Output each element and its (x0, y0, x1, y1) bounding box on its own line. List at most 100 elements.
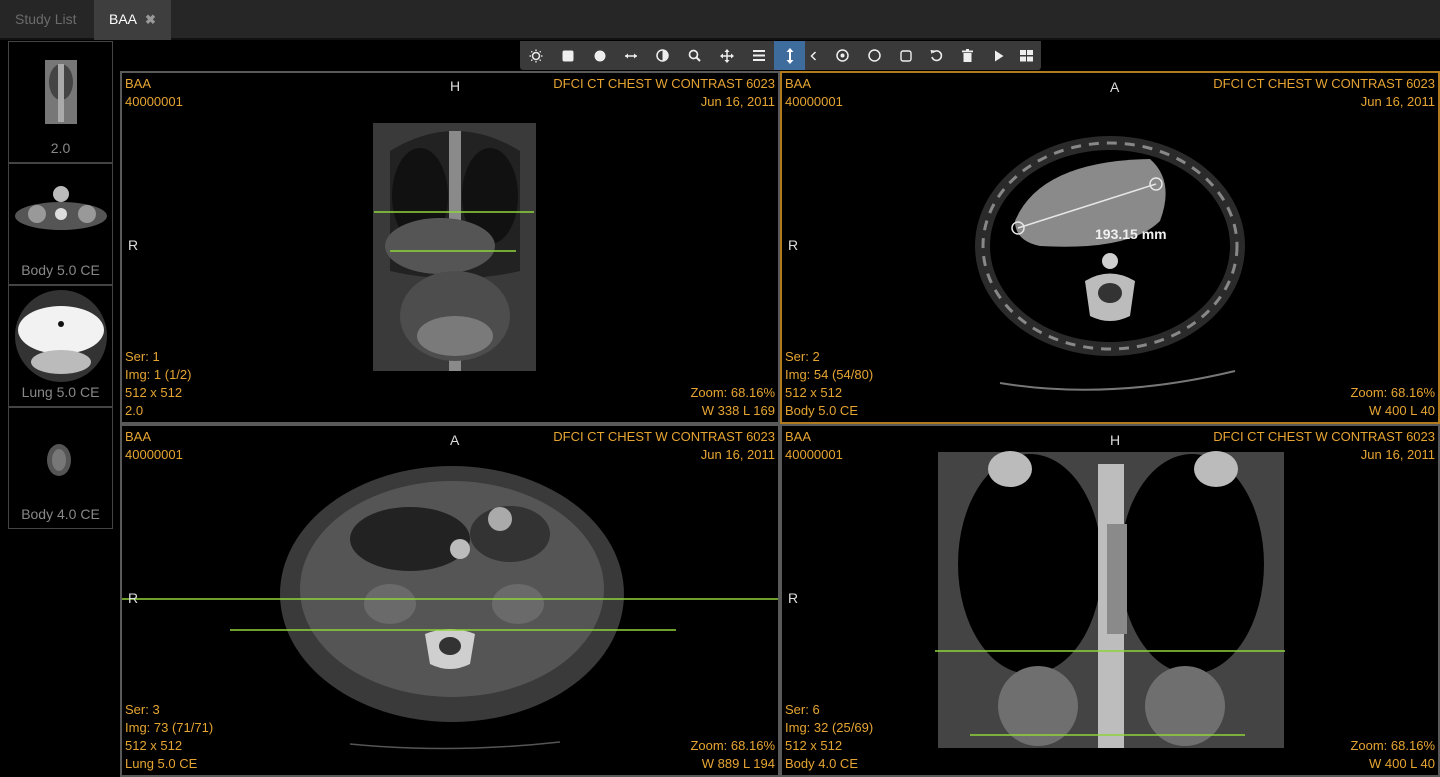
ct-image-axial-chest (975, 136, 1245, 391)
window-level: W 889 L 194 (701, 756, 775, 771)
thumbnail-label: Body 5.0 CE (21, 262, 100, 278)
series-description: 2.0 (125, 403, 144, 418)
patient-info: BAA 40000001 (785, 428, 843, 464)
display-info: Zoom: 68.16% W 338 L 169 (690, 384, 775, 420)
patient-name: BAA (125, 429, 152, 444)
study-date: Jun 16, 2011 (1360, 94, 1435, 109)
series-number: Ser: 3 (125, 702, 160, 717)
patient-name: BAA (125, 76, 152, 91)
tab-study-list[interactable]: Study List (0, 0, 94, 40)
series-description: Body 5.0 CE (785, 403, 858, 418)
series-thumbnail-2[interactable]: Body 5.0 CE (8, 163, 113, 285)
brightness-icon[interactable] (520, 41, 551, 70)
image-number: Img: 73 (71/71) (125, 720, 214, 735)
rectangle-icon[interactable] (890, 41, 921, 70)
series-number: Ser: 1 (125, 349, 160, 364)
study-date: Jun 16, 2011 (700, 94, 775, 109)
series-thumbnail-4[interactable]: Body 4.0 CE (8, 407, 113, 529)
viewport-1[interactable]: BAA 40000001 DFCI CT CHEST W CONTRAST 60… (120, 71, 780, 424)
study-description: DFCI CT CHEST W CONTRAST 6023 (1213, 76, 1435, 91)
toolbar (520, 41, 1041, 70)
zoom-level: Zoom: 68.16% (690, 738, 775, 753)
patient-id: 40000001 (125, 94, 183, 109)
orientation-top: A (450, 432, 460, 448)
series-info: Ser: 1 Img: 1 (1/2) 512 x 512 2.0 (125, 348, 191, 420)
series-description: Body 4.0 CE (785, 756, 858, 771)
play-icon[interactable] (983, 41, 1014, 70)
length-icon[interactable] (615, 41, 646, 70)
top-bar: Study List BAA ✖ (0, 0, 1440, 40)
menu-icon[interactable] (743, 41, 774, 70)
zoom-level: Zoom: 68.16% (1350, 738, 1435, 753)
measurement-label[interactable]: 193.15 mm (1095, 225, 1167, 243)
zoom-level: Zoom: 68.16% (690, 385, 775, 400)
patient-info: BAA 40000001 (125, 75, 183, 111)
patient-name: BAA (785, 76, 812, 91)
window-level: W 400 L 40 (1368, 756, 1435, 771)
close-icon[interactable]: ✖ (145, 12, 156, 27)
image-size: 512 x 512 (785, 738, 843, 753)
orientation-top: H (1110, 432, 1121, 448)
ct-image-axial-abdomen (120, 466, 780, 750)
study-info: DFCI CT CHEST W CONTRAST 6023 Jun 16, 20… (1213, 428, 1435, 464)
pan-icon[interactable] (711, 41, 742, 70)
ct-image-coronal-chest (935, 451, 1285, 748)
series-info: Ser: 6 Img: 32 (25/69) 512 x 512 Body 4.… (785, 701, 873, 773)
image-size: 512 x 512 (125, 738, 183, 753)
trash-icon[interactable] (952, 41, 983, 70)
series-thumbnail-1[interactable]: 2.0 (8, 41, 113, 163)
study-info: DFCI CT CHEST W CONTRAST 6023 Jun 16, 20… (553, 428, 775, 464)
image-number: Img: 32 (25/69) (785, 720, 874, 735)
series-info: Ser: 3 Img: 73 (71/71) 512 x 512 Lung 5.… (125, 701, 213, 773)
zoom-icon[interactable] (679, 41, 710, 70)
study-description: DFCI CT CHEST W CONTRAST 6023 (553, 76, 775, 91)
study-date: Jun 16, 2011 (700, 447, 775, 462)
image-number: Img: 1 (1/2) (125, 367, 192, 382)
study-description: DFCI CT CHEST W CONTRAST 6023 (1213, 429, 1435, 444)
study-date: Jun 16, 2011 (1360, 447, 1435, 462)
series-info: Ser: 2 Img: 54 (54/80) 512 x 512 Body 5.… (785, 348, 873, 420)
contrast-icon[interactable] (647, 41, 678, 70)
chevron-left-icon[interactable] (800, 41, 826, 70)
patient-id: 40000001 (785, 447, 843, 462)
reset-icon[interactable] (921, 41, 952, 70)
study-info: DFCI CT CHEST W CONTRAST 6023 Jun 16, 20… (553, 75, 775, 111)
series-description: Lung 5.0 CE (125, 756, 198, 771)
image-size: 512 x 512 (125, 385, 183, 400)
layout-icon[interactable] (1011, 41, 1041, 70)
series-sidebar: 2.0 Body 5.0 CE Lung 5.0 CE Body 4.0 CE (0, 40, 116, 777)
viewport-4[interactable]: BAA 40000001 DFCI CT CHEST W CONTRAST 60… (780, 424, 1440, 777)
viewport-2[interactable]: 193.15 mm BAA 40000001 DFCI CT CHEST W C… (780, 71, 1440, 424)
study-description: DFCI CT CHEST W CONTRAST 6023 (553, 429, 775, 444)
series-number: Ser: 6 (785, 702, 820, 717)
display-info: Zoom: 68.16% W 400 L 40 (1350, 737, 1435, 773)
window-level: W 338 L 169 (701, 403, 775, 418)
series-thumbnail-3[interactable]: Lung 5.0 CE (8, 285, 113, 407)
image-number: Img: 54 (54/80) (785, 367, 874, 382)
image-size: 512 x 512 (785, 385, 843, 400)
viewport-3[interactable]: BAA 40000001 DFCI CT CHEST W CONTRAST 60… (120, 424, 780, 777)
patient-id: 40000001 (125, 447, 183, 462)
patient-id: 40000001 (785, 94, 843, 109)
thumbnail-label: 2.0 (50, 140, 71, 156)
display-info: Zoom: 68.16% W 400 L 40 (1350, 384, 1435, 420)
tab-baa[interactable]: BAA ✖ (94, 0, 171, 40)
ct-image-coronal-scout (373, 123, 536, 371)
study-info: DFCI CT CHEST W CONTRAST 6023 Jun 16, 20… (1213, 75, 1435, 111)
orientation-left: R (788, 590, 799, 606)
square-fill-icon[interactable] (552, 41, 583, 70)
zoom-level: Zoom: 68.16% (1350, 385, 1435, 400)
patient-info: BAA 40000001 (785, 75, 843, 111)
orientation-top: H (450, 78, 461, 94)
tab-baa-label: BAA (109, 11, 138, 27)
orientation-left: R (128, 590, 139, 606)
thumbnail-label: Lung 5.0 CE (21, 384, 100, 400)
circle-fill-icon[interactable] (584, 41, 615, 70)
patient-name: BAA (785, 429, 812, 444)
orientation-top: A (1110, 79, 1120, 95)
orientation-left: R (788, 237, 799, 253)
window-level: W 400 L 40 (1368, 403, 1435, 418)
circle-outline-icon[interactable] (859, 41, 890, 70)
series-number: Ser: 2 (785, 349, 820, 364)
target-icon[interactable] (827, 41, 858, 70)
